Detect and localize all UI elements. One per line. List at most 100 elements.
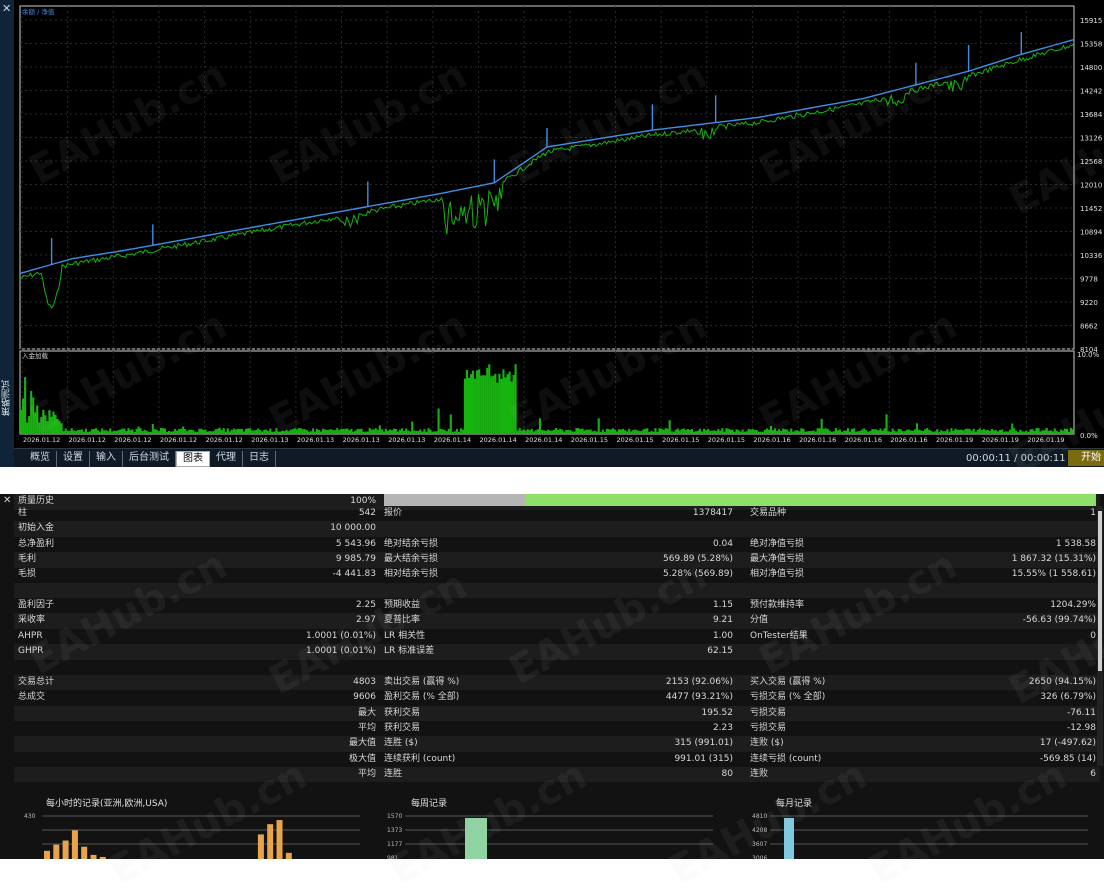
tab-5[interactable]: 代理 (210, 451, 243, 467)
deposit-load-bar (676, 428, 679, 434)
deposit-load-bar (743, 431, 746, 434)
deposit-load-bar (307, 431, 310, 434)
deposit-load-bar (435, 431, 438, 434)
tab-1[interactable]: 设置 (57, 451, 90, 467)
deposit-load-bar (467, 377, 471, 434)
mini-axis-label: 1177 (387, 841, 402, 848)
deposit-load-bar (565, 429, 568, 434)
deposit-load-bar (328, 429, 331, 434)
report-row: 最大值 连胜 ($) 315 (991.01) 连败 ($) 17 (-497.62) (14, 736, 1100, 752)
elapsed-timer: 00:00:11 / 00:00:11 (966, 453, 1066, 464)
deposit-load-bar (551, 430, 554, 434)
deposit-load-bar (660, 428, 663, 434)
deposit-load-bar (877, 430, 880, 434)
deposit-load-bar (263, 429, 266, 434)
tab-6[interactable]: 日志 (243, 451, 276, 467)
report-row: 平均 获利交易 2.23 亏损交易 -12.98 (14, 721, 1100, 737)
deposit-load-bar (277, 431, 280, 434)
deposit-load-bar (358, 429, 361, 434)
deposit-load-bar (696, 430, 700, 434)
deposit-load-bar (804, 431, 807, 434)
deposit-load-bar (559, 428, 562, 434)
deposit-load-bar (392, 428, 396, 434)
deposit-load-bar (688, 429, 691, 434)
deposit-load-bar (107, 431, 110, 434)
metric-value: 10 000.00 (330, 523, 376, 534)
metric-value: 2153 (92.06%) (665, 676, 733, 687)
report-row: 最大 获利交易 195.52 亏损交易 -76.11 (14, 705, 1100, 722)
deposit-load-bar (86, 431, 89, 434)
deposit-load-bar (1003, 431, 1006, 434)
deposit-load-bar (56, 419, 59, 434)
metric-label: 毛利 (18, 554, 37, 565)
deposit-load-bar (717, 428, 720, 434)
deposit-load-bar (372, 429, 375, 434)
metric-value: -569.85 (14) (1039, 753, 1096, 764)
deposit-load-bar (147, 431, 150, 434)
metric-label: LR 相关性 (384, 630, 426, 641)
close-icon[interactable]: ✕ (2, 3, 11, 14)
deposit-load-bar (137, 426, 140, 434)
metric-value: 195.52 (701, 707, 734, 718)
deposit-load-bar (1035, 428, 1038, 434)
tab-3[interactable]: 后台测试 (123, 451, 176, 467)
report-row (14, 660, 1100, 676)
deposit-load-bar (826, 428, 829, 434)
tab-4[interactable]: 图表 (176, 451, 210, 467)
deposit-load-bar (220, 430, 223, 434)
deposit-load-bar (909, 430, 912, 434)
deposit-load-bar (589, 429, 592, 434)
deposit-load-bar (1033, 430, 1036, 434)
report-row: 毛利 9 985.79 最大结余亏损 569.89 (5.28%) 最大净值亏损 1 86… (14, 552, 1100, 568)
tab-0[interactable]: 概览 (24, 451, 57, 467)
deposit-load-bar (709, 430, 712, 434)
deposit-load-bar (713, 430, 716, 434)
metric-label: 连败 (750, 768, 769, 779)
deposit-load-bar (547, 429, 550, 434)
deposit-load-bar (990, 428, 993, 434)
deposit-load-bar (926, 428, 929, 434)
scrollbar[interactable] (1097, 506, 1103, 766)
metric-value: 9 985.79 (335, 554, 376, 565)
deposit-load-bar (99, 431, 102, 434)
deposit-load-bar (492, 375, 495, 434)
deposit-load-bar (155, 429, 158, 434)
deposit-load-bar (488, 364, 491, 434)
metric-label: 亏损交易 (750, 722, 787, 733)
x-tick-label: 2026.01.19 (936, 436, 973, 444)
x-tick-label: 2026.01.13 (388, 436, 425, 444)
deposit-load-bar (814, 431, 817, 434)
deposit-load-bar (767, 429, 771, 434)
balance-equity-chart: 15915 15358 14800 14242 13684 13126 12568 12010… (19, 5, 1103, 444)
report-row: AHPR 1.0001 (0.01%) LR 相关性 1.00 OnTester结果 0 (14, 629, 1100, 645)
deposit-load-bar (165, 431, 169, 434)
scroll-thumb[interactable] (1098, 511, 1102, 671)
start-button[interactable]: 开始 (1068, 450, 1104, 466)
deposit-load-bar (658, 428, 661, 434)
deposit-load-bar (516, 430, 519, 434)
deposit-load-bar (54, 414, 57, 434)
deposit-load-bar (129, 430, 132, 434)
deposit-load-bar (293, 428, 296, 434)
deposit-load-bar (557, 429, 560, 434)
deposit-load-bar (315, 428, 319, 434)
deposit-load-bar (725, 428, 728, 434)
sub-tick-label: 0.0% (1080, 432, 1098, 440)
deposit-load-bar (1021, 431, 1024, 434)
deposit-load-bar (512, 375, 515, 434)
deposit-load-bar (431, 431, 434, 434)
deposit-load-bar (84, 428, 87, 434)
close-icon[interactable]: ✕ (3, 495, 11, 506)
tab-2[interactable]: 输入 (90, 451, 123, 467)
report-row: 盈利因子 2.25 预期收益 1.15 预付款维持率 1204.29% (14, 598, 1100, 614)
report-row: 总成交 9606 盈利交易 (% 全部) 4477 (93.21%) 亏损交易 (% 全… (14, 690, 1100, 706)
report-panel: ✕ 质量历史 100% 柱 542 报价 1378417 交易品种 1 初始入金 10 000… (0, 494, 1104, 862)
deposit-load-bar (1055, 430, 1058, 434)
deposit-load-bar (326, 430, 329, 434)
deposit-load-bar (869, 430, 872, 434)
deposit-load-bar (924, 429, 927, 434)
deposit-load-bar (94, 428, 98, 434)
deposit-load-bar (437, 408, 440, 434)
deposit-load-bar (472, 370, 475, 434)
deposit-load-bar (257, 428, 260, 434)
